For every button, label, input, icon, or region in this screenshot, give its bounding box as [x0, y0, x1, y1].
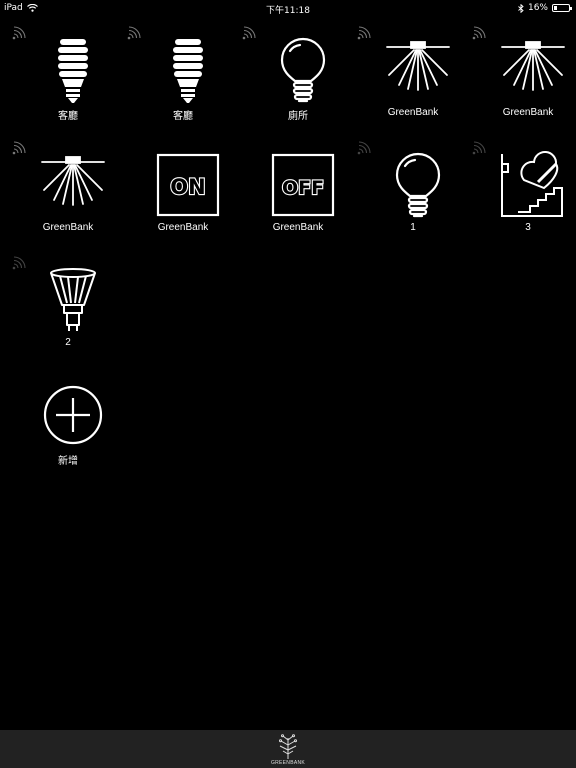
- signal-icon: [12, 26, 26, 40]
- signal-icon: [12, 141, 26, 155]
- device-label: 客廳: [58, 111, 78, 122]
- signal-icon: [472, 26, 486, 40]
- signal-icon: [12, 256, 26, 270]
- off-switch-icon: OFF: [268, 150, 338, 220]
- switch-on-text: ON: [170, 175, 205, 199]
- spotlight-bulb-icon: [38, 265, 108, 335]
- device-tile[interactable]: GreenBank: [12, 141, 118, 255]
- clock: 下午11:18: [266, 6, 310, 16]
- device-tile[interactable]: 3: [472, 141, 576, 255]
- tree-logo-icon: [279, 734, 297, 759]
- device-label: GreenBank: [502, 107, 554, 118]
- device-tile[interactable]: 1: [357, 141, 463, 255]
- device-tile[interactable]: 客廳: [12, 26, 118, 140]
- footer-logo-text: GREENBANK: [270, 760, 306, 766]
- signal-icon: [357, 26, 371, 40]
- bottom-bar: GREENBANK: [0, 730, 576, 768]
- light-bulb-icon: [268, 35, 338, 105]
- bluetooth-icon: [518, 3, 524, 13]
- device-label: 1: [410, 222, 416, 233]
- device-tile[interactable]: OFF GreenBank: [248, 145, 348, 255]
- battery-icon: [552, 4, 572, 12]
- greenbank-logo: GREENBANK: [271, 734, 305, 766]
- battery-percent: 16%: [527, 3, 548, 13]
- cfl-bulb-icon: [153, 35, 223, 105]
- add-device-button[interactable]: 新增: [18, 375, 118, 485]
- on-switch-icon: ON: [153, 150, 223, 220]
- device-label: 廁所: [288, 111, 308, 122]
- signal-icon: [242, 26, 256, 40]
- add-device-label: 新增: [58, 456, 78, 467]
- device-tile[interactable]: 2: [12, 256, 118, 370]
- switch-off-text: OFF: [282, 177, 324, 199]
- plus-circle-icon: [38, 380, 108, 450]
- device-tile[interactable]: GreenBank: [357, 26, 463, 140]
- signal-icon: [472, 141, 486, 155]
- signal-icon: [357, 141, 371, 155]
- device-tile[interactable]: ON GreenBank: [133, 145, 233, 255]
- device-tile[interactable]: 廁所: [242, 26, 348, 140]
- ceiling-light-icon: [38, 150, 108, 220]
- signal-icon: [127, 26, 141, 40]
- device-label: GreenBank: [42, 222, 94, 233]
- device-label: 客廳: [173, 111, 193, 122]
- device-label: 3: [525, 222, 531, 233]
- status-bar: iPad 下午11:18 16%: [0, 0, 576, 16]
- device-label: GreenBank: [272, 222, 324, 233]
- device-label: GreenBank: [157, 222, 209, 233]
- ceiling-light-icon: [498, 35, 568, 105]
- device-tile[interactable]: 客廳: [127, 26, 233, 140]
- device-tile[interactable]: GreenBank: [472, 26, 576, 140]
- cfl-bulb-icon: [38, 35, 108, 105]
- stair-light-icon: [498, 150, 568, 220]
- device-label: 2: [65, 337, 71, 348]
- device-label: GreenBank: [387, 107, 439, 118]
- light-bulb-icon: [383, 150, 453, 220]
- ceiling-light-icon: [383, 35, 453, 105]
